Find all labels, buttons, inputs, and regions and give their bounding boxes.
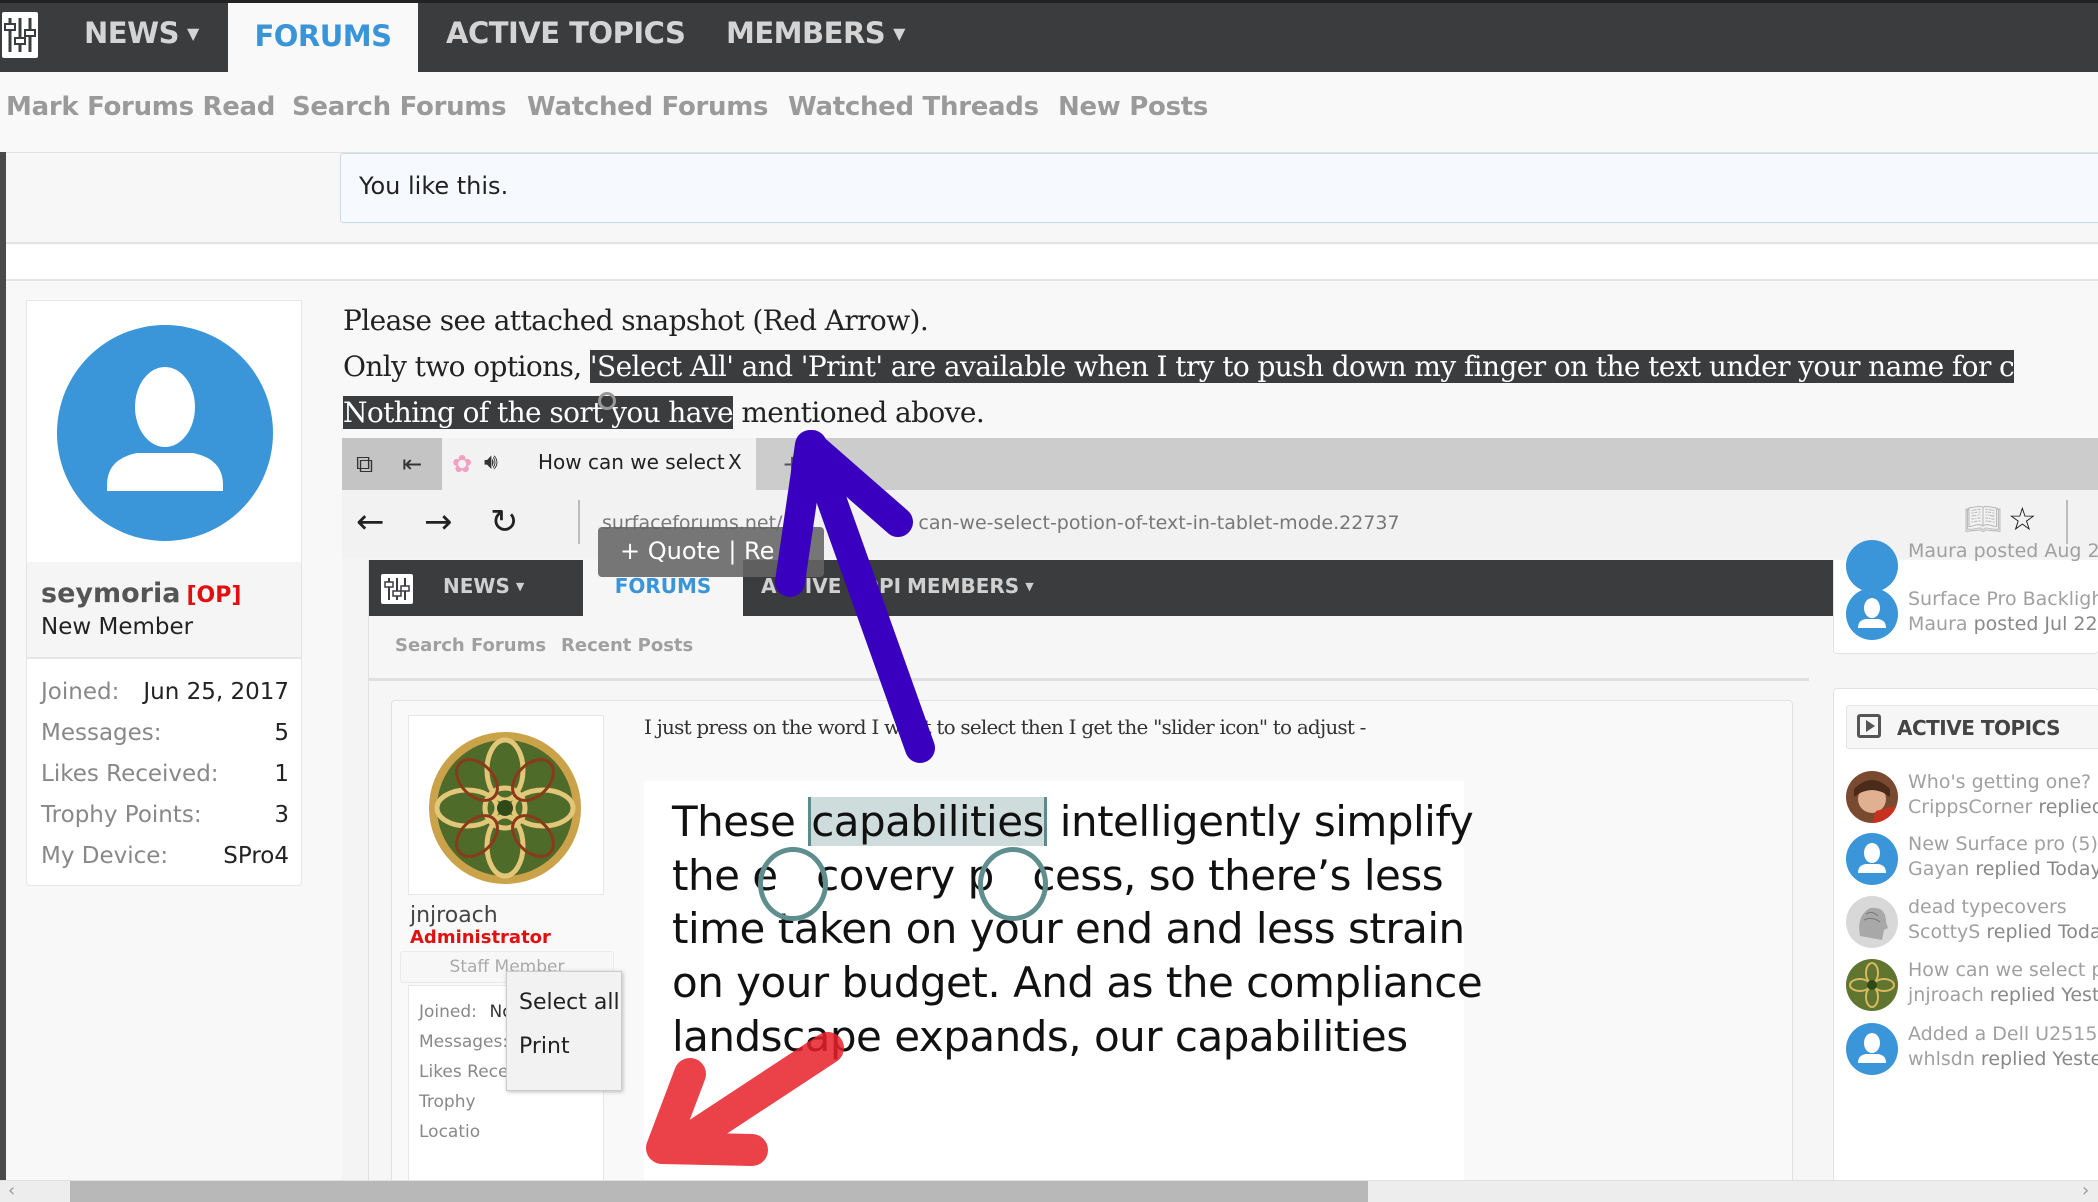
caret-down-icon: ▼: [1025, 580, 1034, 593]
embedded-page: NEWS ▼ FORUMS ACTIVE TOPI MEMBERS ▼ Search…: [368, 540, 2098, 1182]
tab-actions: ⧉ ⇤: [342, 438, 442, 490]
selection-gripper-right: [978, 847, 1048, 921]
embedded-recent-posts-link[interactable]: Recent Posts: [561, 635, 693, 656]
caret-down-icon: ▼: [515, 580, 525, 593]
stat-row: Trophy: [419, 1092, 476, 1112]
nav-forums[interactable]: FORUMS: [228, 3, 418, 72]
sliders-logo-icon: [4, 18, 36, 52]
active-topic-item[interactable]: How can we select pot jnjroach replied Y…: [1846, 957, 2098, 1013]
post-line-1: Please see attached snapshot (Red Arrow)…: [343, 304, 929, 337]
active-topic-item[interactable]: Who's getting one? CrippsCorner replied …: [1846, 769, 2098, 825]
sketch-avatar-icon: [1846, 896, 1898, 948]
divider: [578, 500, 580, 544]
like-notice: You like this.: [340, 153, 2098, 223]
back-icon[interactable]: ←: [356, 502, 385, 542]
post-line-3: Nothing of the sort you have mentioned a…: [343, 396, 985, 429]
caret-down-icon: ▼: [186, 24, 199, 43]
celtic-avatar[interactable]: [427, 730, 583, 886]
default-user-icon: [1846, 588, 1898, 640]
search-forums-link[interactable]: Search Forums: [292, 92, 507, 122]
mark-forums-read-link[interactable]: Mark Forums Read: [6, 92, 275, 122]
selection-gripper-left: [758, 847, 828, 921]
active-topics-header: ACTIVE TOPICS: [1846, 705, 2098, 749]
default-user-icon: [1846, 540, 1898, 592]
default-user-icon: [1846, 1023, 1898, 1075]
selected-word: capabilities: [808, 797, 1047, 846]
nav-news[interactable]: NEWS ▼: [84, 0, 199, 72]
author-stats: Joined: Jun 25, 2017 Messages: 5 Likes Rec…: [26, 658, 302, 886]
speaker-icon[interactable]: 🔊︎: [484, 450, 498, 475]
celtic-knot-avatar-icon: [1846, 959, 1898, 1011]
stat-row: Messages: 5: [41, 720, 289, 746]
user-photo-avatar-icon: [1846, 771, 1898, 823]
context-menu-select-all[interactable]: Select all: [519, 990, 620, 1015]
tab-set-aside-icon[interactable]: ⧉: [356, 450, 373, 478]
image-text-line: landscape expands, our capabilities: [672, 1012, 1408, 1061]
embedded-author-avatar-card: [408, 715, 604, 895]
play-box-icon: [1857, 714, 1881, 738]
selected-text[interactable]: 'Select All' and 'Print' are available w…: [589, 350, 2015, 383]
post-line-2: Only two options, 'Select All' and 'Prin…: [343, 350, 2015, 383]
embedded-nav-members[interactable]: MEMBERS ▼: [907, 560, 1034, 616]
watched-threads-link[interactable]: Watched Threads: [788, 92, 1039, 122]
favorite-star-icon[interactable]: ☆: [2008, 500, 2037, 538]
op-badge: [OP]: [186, 583, 242, 608]
stat-row: Locatio: [419, 1122, 481, 1142]
embedded-search-forums-link[interactable]: Search Forums: [395, 635, 546, 656]
recent-posts-widget: Maura posted Aug 23, Surface Pro Backlig…: [1833, 540, 2098, 654]
active-topic-item[interactable]: dead typecovers ScottyS replied Today: [1846, 894, 2098, 950]
default-user-icon: [1846, 833, 1898, 885]
embedded-nav-news[interactable]: NEWS ▼: [443, 560, 524, 616]
scroll-left-icon[interactable]: ‹: [8, 1180, 15, 1201]
embedded-logo[interactable]: [381, 574, 413, 604]
browser-tab[interactable]: ✿ 🔊︎ How can we select X: [442, 438, 756, 490]
tab-close-icon[interactable]: X: [728, 450, 742, 474]
tab-menu-icon[interactable]: ⌄: [826, 450, 846, 478]
default-user-icon: [107, 367, 223, 491]
embedded-post-text: I just press on the word I want to selec…: [644, 715, 1366, 739]
author-avatar-card: [26, 300, 302, 562]
stat-row: Joined: Jun 25, 2017: [41, 679, 289, 705]
author-name[interactable]: seymoria [OP]: [41, 578, 241, 609]
embedded-author-name[interactable]: jnjroach: [410, 903, 498, 928]
scrollbar-thumb[interactable]: [70, 1181, 1368, 1202]
active-topics-widget: ACTIVE TOPICS Who's getting one? CrippsC…: [1833, 688, 2098, 1182]
nav-active-topics[interactable]: ACTIVE TOPICS: [446, 0, 686, 72]
stat-row: My Device: SPro4: [41, 843, 289, 869]
selection-handle-start[interactable]: [598, 392, 616, 410]
embedded-post: jnjroach Administrator Staff Member Join…: [391, 700, 1793, 1182]
tab-restore-icon[interactable]: ⇤: [402, 450, 422, 478]
image-text-line: on your budget. And as the compliance: [672, 958, 1483, 1007]
scroll-right-icon[interactable]: ›: [2082, 1180, 2089, 1201]
refresh-icon[interactable]: ↻: [490, 502, 519, 542]
stat-row: Likes Received: 1: [41, 761, 289, 787]
embedded-author-role: Administrator: [410, 927, 551, 948]
embedded-post-image: These capabilities intelligently simplif…: [644, 781, 1483, 1182]
author-info: seymoria [OP] New Member: [26, 562, 302, 658]
celtic-knot-avatar-icon: [429, 732, 581, 884]
quote-reply-tooltip[interactable]: + Quote | Re: [598, 527, 824, 577]
context-menu-print[interactable]: Print: [519, 1034, 570, 1059]
active-topic-item[interactable]: New Surface pro (5) ba Gayan replied Tod…: [1846, 831, 2098, 887]
divider: [369, 678, 1809, 681]
stat-row: Trophy Points: 3: [41, 802, 289, 828]
author-title: New Member: [41, 614, 194, 640]
site-favicon-icon: ✿: [452, 450, 473, 478]
recent-post-item[interactable]: Surface Pro Backlight B Maura posted Jul…: [1846, 586, 2098, 642]
image-text-line: These capabilities intelligently simplif…: [672, 797, 1474, 846]
reading-view-icon[interactable]: 📖︎: [1964, 502, 2002, 537]
sliders-logo-icon: [384, 578, 410, 600]
site-logo[interactable]: [2, 12, 38, 58]
watched-forums-link[interactable]: Watched Forums: [527, 92, 769, 122]
caret-down-icon: ▼: [893, 24, 905, 43]
author-avatar[interactable]: [57, 325, 273, 541]
active-topic-item[interactable]: Added a Dell U2515H M whlsdn replied Yes…: [1846, 1021, 2098, 1077]
context-menu: Select all Print: [506, 971, 622, 1091]
new-posts-link[interactable]: New Posts: [1058, 92, 1208, 122]
forward-icon[interactable]: →: [424, 502, 453, 542]
post-divider: [6, 245, 2098, 281]
selected-text[interactable]: Nothing of the sort you have: [343, 396, 734, 429]
nav-members[interactable]: MEMBERS ▼: [726, 0, 905, 72]
new-tab-icon[interactable]: +: [782, 450, 802, 478]
